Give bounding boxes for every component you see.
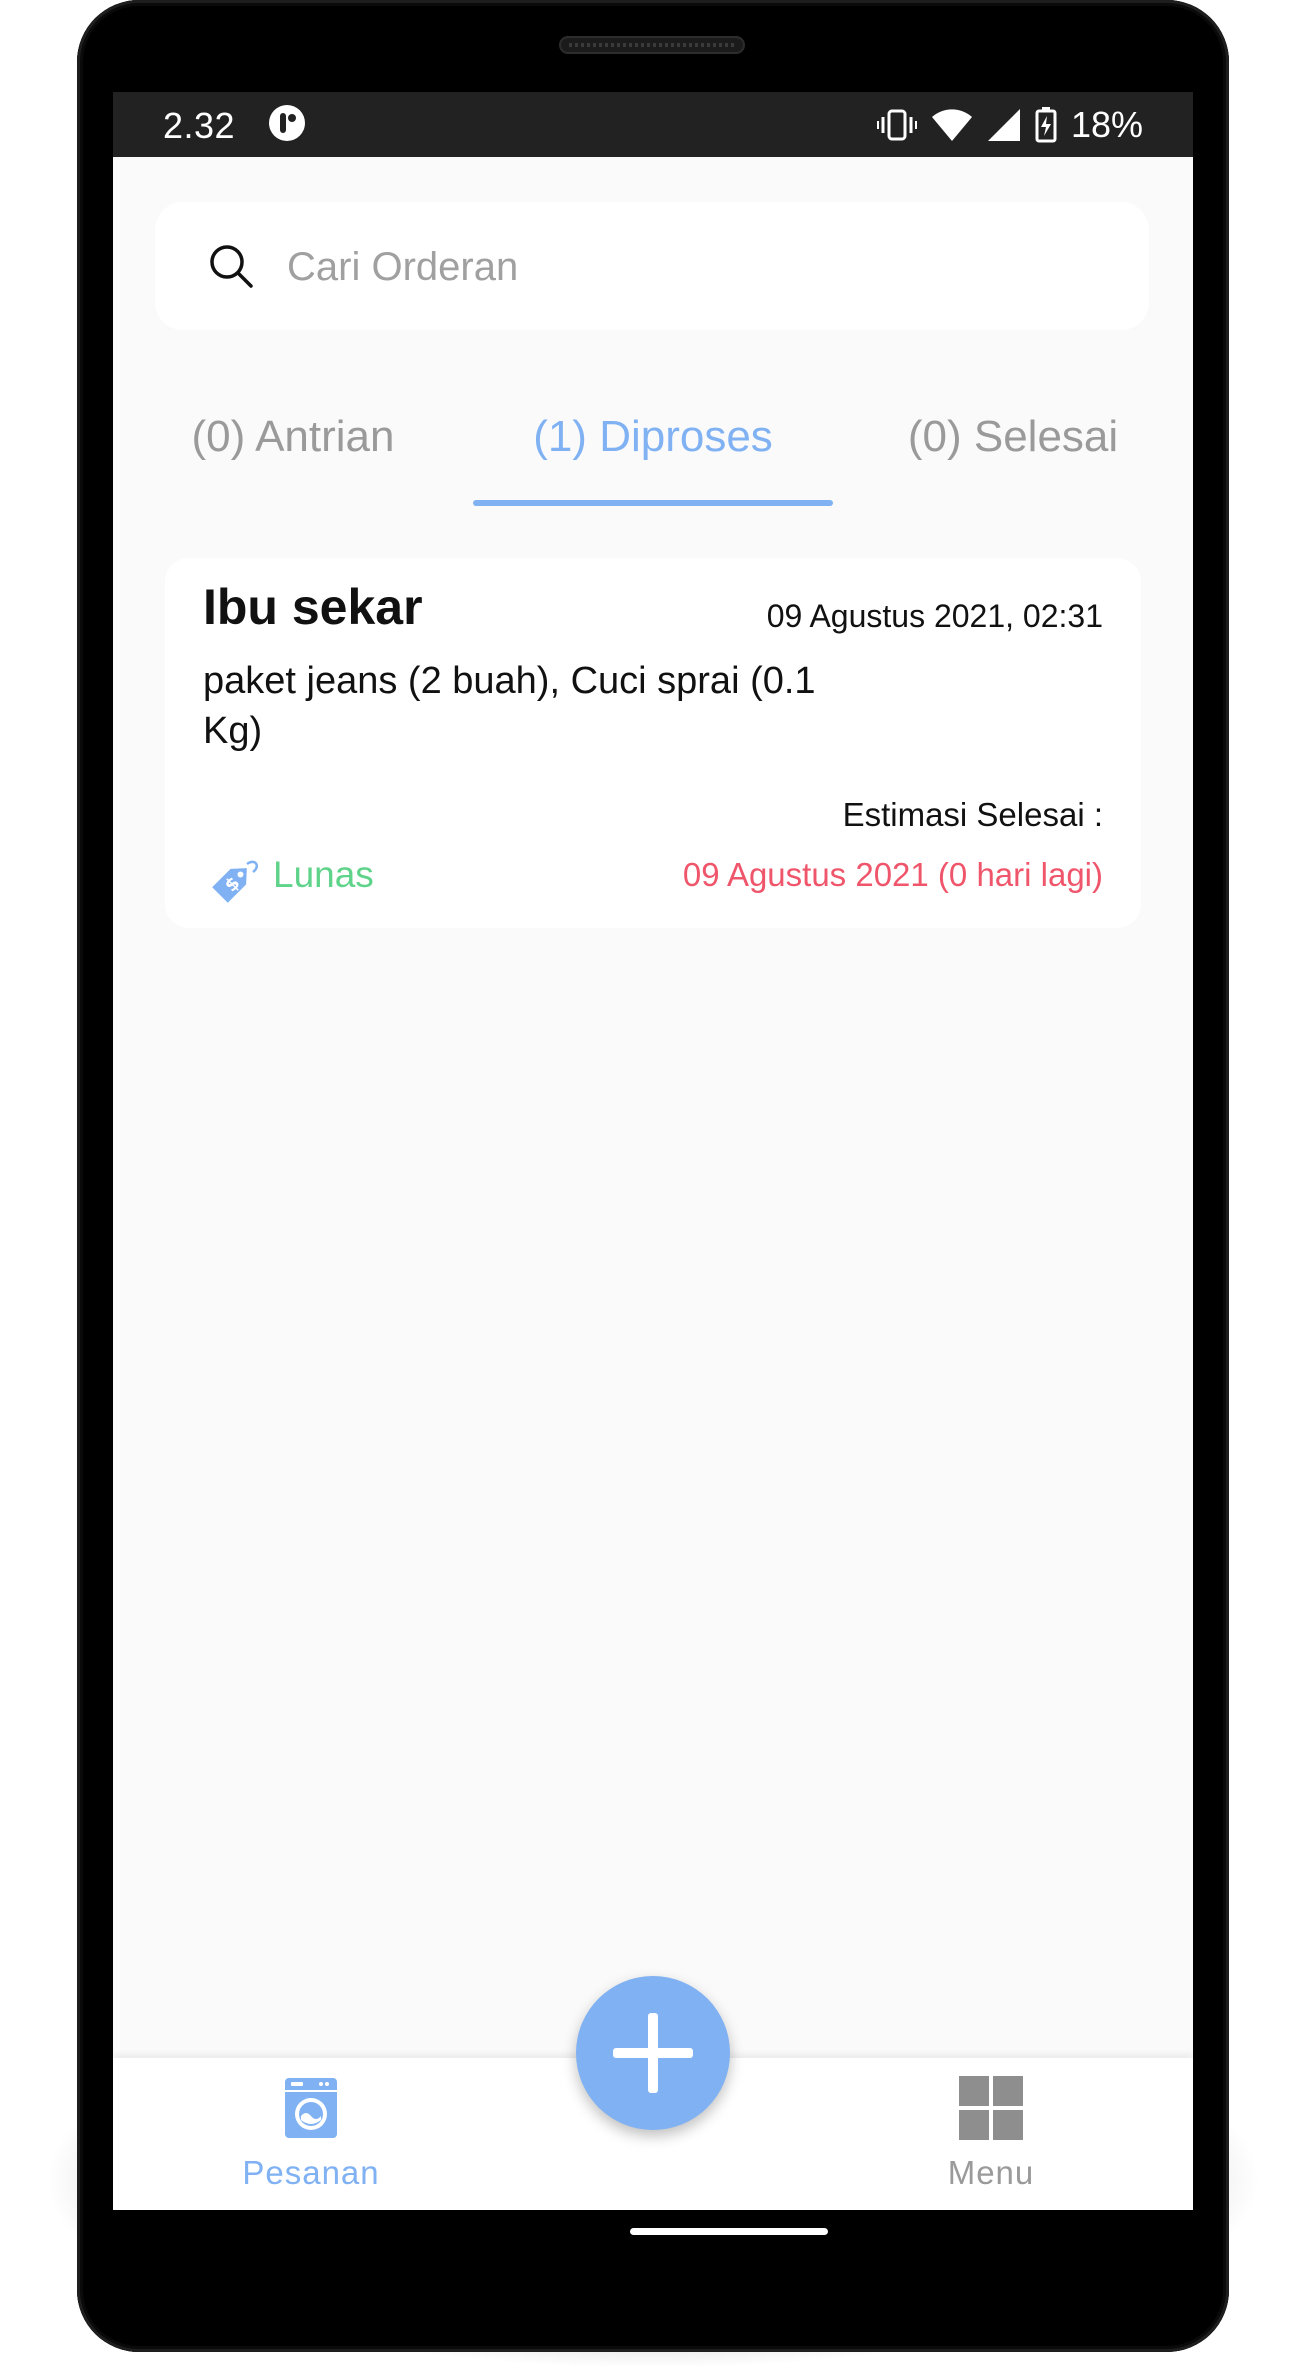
status-time: 2.32 xyxy=(163,105,236,146)
customer-name: Ibu sekar xyxy=(203,579,423,635)
price-tag-icon: $ xyxy=(212,860,258,903)
search-input[interactable] xyxy=(285,230,1109,304)
tab-selesai[interactable]: (0) Selesai xyxy=(833,382,1193,492)
search-icon xyxy=(210,245,253,288)
cell-signal-icon xyxy=(987,108,1020,141)
home-indicator[interactable] xyxy=(630,2228,828,2235)
wifi-icon xyxy=(931,108,972,141)
nav-item-pesanan[interactable]: Pesanan xyxy=(161,2058,461,2210)
app-notification-icon xyxy=(269,105,305,141)
battery-percentage: 18% xyxy=(1070,103,1143,145)
active-tab-indicator xyxy=(473,500,833,506)
order-date: 09 Agustus 2021, 02:31 xyxy=(766,598,1103,634)
estimate-date: 09 Agustus 2021 (0 hari lagi) xyxy=(682,856,1103,893)
battery-charging-icon xyxy=(1035,106,1057,142)
device-frame: 2.32 18% Cari Orderan (0) Antrian (1) Di… xyxy=(77,0,1229,2352)
order-items: paket jeans (2 buah), Cuci sprai (0.1 Kg… xyxy=(203,660,816,752)
tab-diproses[interactable]: (1) Diproses xyxy=(473,382,833,492)
payment-status: Lunas xyxy=(273,854,374,895)
estimate-label: Estimasi Selesai : xyxy=(842,796,1103,833)
status-icons: 18% xyxy=(876,102,1143,147)
plus-icon xyxy=(613,2013,693,2093)
nav-label-menu: Menu xyxy=(947,2154,1035,2191)
vibrate-icon xyxy=(876,109,917,140)
washing-machine-icon xyxy=(285,2078,337,2138)
tab-antrian[interactable]: (0) Antrian xyxy=(113,382,473,492)
grid-icon xyxy=(959,2076,1023,2140)
status-bar: 2.32 18% xyxy=(113,92,1193,157)
order-status-tabs: (0) Antrian (1) Diproses (0) Selesai xyxy=(113,382,1193,512)
search-bar[interactable] xyxy=(155,202,1149,330)
add-order-button[interactable] xyxy=(576,1976,730,2130)
order-card[interactable]: Ibu sekar 09 Agustus 2021, 02:31 paket j… xyxy=(165,558,1141,928)
app-screen: 2.32 18% Cari Orderan (0) Antrian (1) Di… xyxy=(113,92,1193,2210)
earpiece-speaker xyxy=(559,36,745,54)
nav-item-menu[interactable]: Menu xyxy=(841,2058,1141,2210)
nav-label-pesanan: Pesanan xyxy=(242,2154,380,2191)
